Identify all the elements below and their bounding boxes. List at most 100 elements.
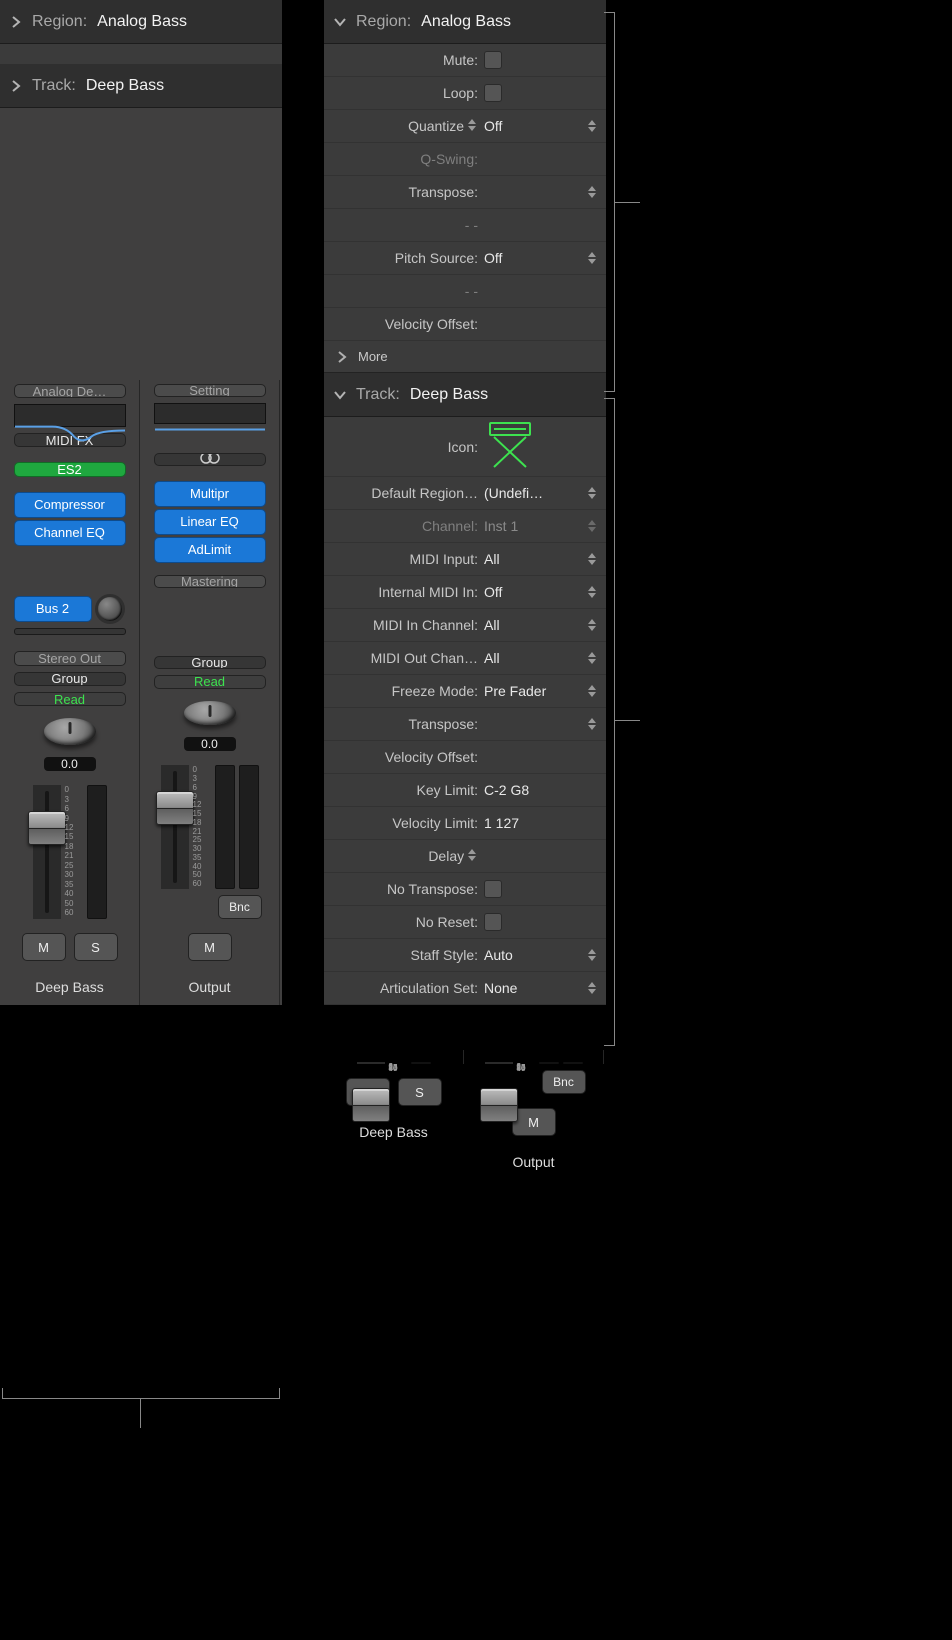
loop-label: Loop:: [324, 85, 484, 101]
mute-button[interactable]: M: [512, 1108, 556, 1136]
audio-fx-slot[interactable]: Multipr: [154, 481, 266, 507]
send-level-knob[interactable]: [98, 597, 122, 621]
midi-in-channel-label: MIDI In Channel:: [324, 617, 484, 633]
mute-button[interactable]: M: [188, 933, 232, 961]
chevron-right-icon: [10, 16, 22, 28]
left-panel: Region: Analog Bass Track: Deep Bass Ana…: [0, 0, 282, 1005]
chevron-right-icon: [336, 351, 348, 363]
setting-slot[interactable]: Setting: [154, 384, 266, 397]
pan-knob[interactable]: [44, 718, 96, 745]
stepper-icon[interactable]: [588, 252, 598, 264]
stepper-icon[interactable]: [588, 685, 598, 697]
articulation-set-label: Articulation Set:: [324, 980, 484, 996]
icon-label: Icon:: [324, 439, 484, 455]
eq-thumbnail[interactable]: [14, 404, 126, 427]
midi-input-label: MIDI Input:: [324, 551, 484, 567]
stepper-icon[interactable]: [588, 619, 598, 631]
region-header[interactable]: Region: Analog Bass: [0, 0, 282, 44]
channel-label: Channel:: [324, 518, 484, 534]
level-meter: [411, 1062, 431, 1064]
output-slot[interactable]: Stereo Out: [14, 651, 126, 665]
bounce-button[interactable]: Bnc: [218, 895, 262, 919]
stepper-icon[interactable]: [588, 186, 598, 198]
stepper-icon[interactable]: [588, 982, 598, 994]
send-level-bar[interactable]: [14, 628, 126, 635]
velocity-limit-value[interactable]: 1 127: [484, 815, 519, 831]
instrument-slot[interactable]: ES2: [14, 462, 126, 476]
internal-midi-label: Internal MIDI In:: [324, 584, 484, 600]
stepper-icon[interactable]: [588, 553, 598, 565]
mastering-slot[interactable]: Mastering: [154, 575, 266, 588]
quantize-value[interactable]: Off: [484, 118, 502, 134]
pitchsource-label: Pitch Source:: [324, 250, 484, 266]
solo-button[interactable]: S: [398, 1078, 442, 1106]
mute-button[interactable]: M: [22, 933, 66, 961]
default-region-value[interactable]: (Undefi…: [484, 485, 543, 501]
channel-strips: Analog De… MIDI FX ES2 Compressor Channe…: [0, 380, 282, 1005]
key-limit-value[interactable]: C-2 G8: [484, 782, 529, 798]
volume-fader[interactable]: [161, 765, 189, 889]
pitchsource-value[interactable]: Off: [484, 250, 502, 266]
midi-out-channel-value[interactable]: All: [484, 650, 500, 666]
volume-fader[interactable]: [33, 785, 61, 919]
level-meter: [239, 765, 259, 889]
mute-label: Mute:: [324, 52, 484, 68]
setting-slot[interactable]: Analog De…: [14, 384, 126, 398]
stepper-icon: [588, 520, 598, 532]
region-inspector: Mute: Loop: Quantize Off Q-Swing: Transp…: [324, 44, 606, 373]
stepper-icon[interactable]: [588, 586, 598, 598]
bounce-button[interactable]: Bnc: [542, 1070, 586, 1094]
qswing-label: Q-Swing:: [324, 151, 484, 167]
automation-mode[interactable]: Read: [14, 692, 126, 706]
channel-value: Inst 1: [484, 518, 518, 534]
level-meter: [539, 1062, 559, 1064]
track-header[interactable]: Track: Deep Bass: [324, 373, 606, 417]
pan-value[interactable]: 0.0: [184, 737, 236, 751]
loop-checkbox[interactable]: [484, 84, 502, 102]
midi-input-value[interactable]: All: [484, 551, 500, 567]
transpose-label: Transpose:: [324, 184, 484, 200]
internal-midi-value[interactable]: Off: [484, 584, 502, 600]
stereo-slot[interactable]: [154, 453, 266, 466]
solo-button[interactable]: S: [74, 933, 118, 961]
group-slot[interactable]: Group: [154, 656, 266, 669]
audio-fx-slot[interactable]: Linear EQ: [154, 509, 266, 535]
stepper-icon[interactable]: [588, 718, 598, 730]
stepper-icon[interactable]: [588, 652, 598, 664]
stepper-icon[interactable]: [588, 120, 598, 132]
region-header[interactable]: Region: Analog Bass: [324, 0, 606, 44]
callout-tick: [614, 720, 640, 721]
stereo-icon: [198, 453, 222, 466]
keyboard-stand-icon[interactable]: [484, 421, 536, 472]
pan-value[interactable]: 0.0: [44, 757, 96, 771]
midi-in-channel-value[interactable]: All: [484, 617, 500, 633]
track-header-label: Track:: [356, 386, 400, 404]
more-disclosure[interactable]: More: [324, 341, 606, 373]
automation-mode[interactable]: Read: [154, 675, 266, 688]
mute-checkbox[interactable]: [484, 51, 502, 69]
audio-fx-slot[interactable]: Channel EQ: [14, 520, 126, 546]
volume-fader[interactable]: [485, 1062, 513, 1064]
no-transpose-checkbox[interactable]: [484, 880, 502, 898]
group-slot[interactable]: Group: [14, 672, 126, 686]
audio-fx-slot[interactable]: AdLimit: [154, 537, 266, 563]
strip-name: Deep Bass: [35, 979, 103, 995]
no-transpose-label: No Transpose:: [324, 881, 484, 897]
send-slot[interactable]: Bus 2: [14, 596, 92, 622]
audio-fx-slot[interactable]: Compressor: [14, 492, 126, 518]
balance-knob[interactable]: [184, 701, 236, 726]
track-header[interactable]: Track: Deep Bass: [0, 64, 282, 108]
articulation-set-value[interactable]: None: [484, 980, 517, 996]
level-meter: [87, 785, 107, 919]
staff-style-value[interactable]: Auto: [484, 947, 513, 963]
stepper-icon[interactable]: [588, 949, 598, 961]
eq-thumbnail[interactable]: [154, 403, 266, 424]
freeze-mode-value[interactable]: Pre Fader: [484, 683, 546, 699]
transpose-label: Transpose:: [324, 716, 484, 732]
no-reset-checkbox[interactable]: [484, 913, 502, 931]
volume-fader[interactable]: [357, 1062, 385, 1064]
key-limit-label: Key Limit:: [324, 782, 484, 798]
stepper-icon[interactable]: [588, 487, 598, 499]
fader-scale: 036912151821253035405060: [517, 1062, 535, 1064]
callout-tick: [614, 202, 640, 203]
